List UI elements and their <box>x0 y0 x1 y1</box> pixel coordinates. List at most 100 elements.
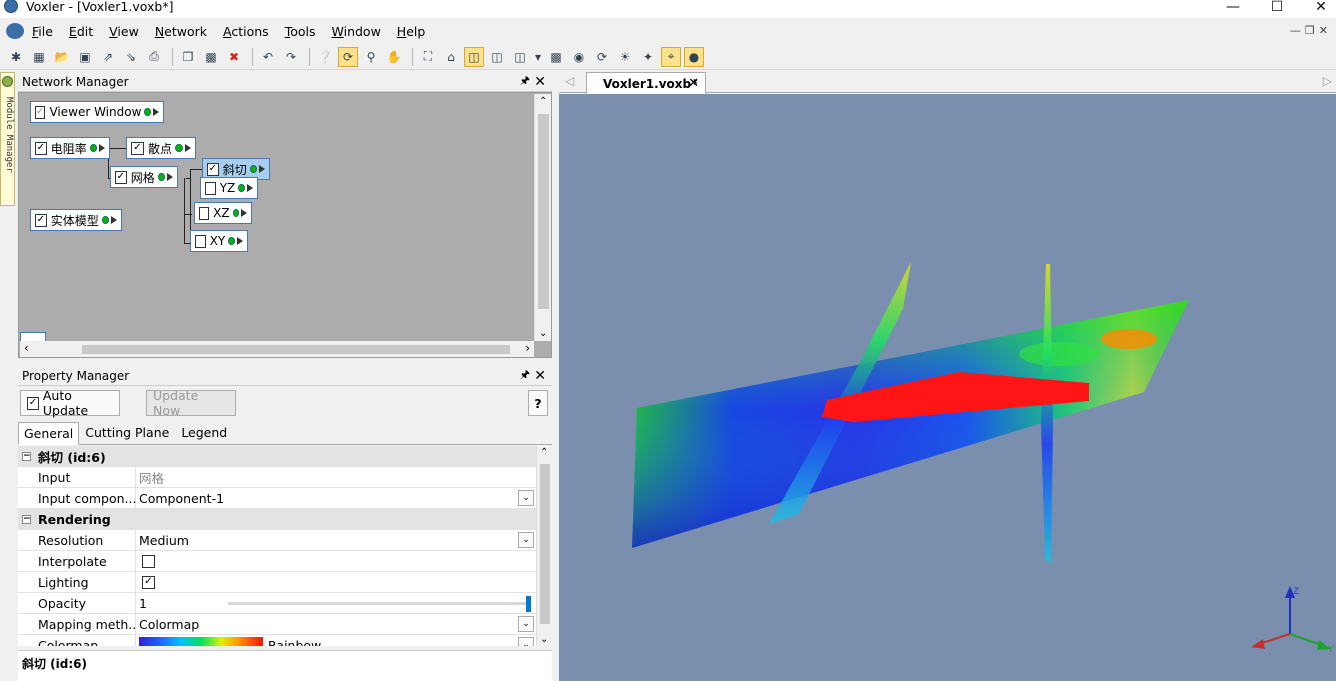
view-direction-icon[interactable]: ◫ <box>510 47 530 67</box>
menu-tools[interactable]: Tools <box>277 24 324 39</box>
axes-icon[interactable]: ✦ <box>638 47 658 67</box>
property-row-input-component[interactable]: Input compon... Component-1 ⌄ <box>18 488 536 509</box>
output-port-icon[interactable] <box>238 184 245 192</box>
node-checkbox[interactable]: ✓ <box>115 170 127 184</box>
output-port-icon[interactable] <box>101 216 109 224</box>
menu-window[interactable]: Window <box>324 24 389 39</box>
paste-icon[interactable]: ▩ <box>201 47 221 67</box>
menu-actions[interactable]: Actions <box>215 24 277 39</box>
home-view-icon[interactable]: ⌂ <box>441 47 461 67</box>
lighting-icon[interactable]: ☀ <box>615 47 635 67</box>
doc-icon[interactable] <box>6 23 24 39</box>
node-checkbox[interactable]: ✓ <box>35 105 46 119</box>
node-partial[interactable] <box>20 332 46 341</box>
pan-hand-icon[interactable]: ✋ <box>384 47 404 67</box>
node-solid-model[interactable]: ✓ 实体模型 <box>30 209 122 231</box>
pin-icon[interactable]: 🖈 <box>520 366 530 385</box>
property-row-input[interactable]: Input 网格 <box>18 467 536 488</box>
menu-help[interactable]: Help <box>389 24 434 39</box>
rotate-icon[interactable]: ⟳ <box>338 46 358 67</box>
property-vertical-scrollbar[interactable]: ⌃ ⌄ <box>536 446 552 646</box>
property-row-colormap[interactable]: Colormap Rainbow ⌄ <box>18 635 536 646</box>
refresh-icon[interactable]: ⟳ <box>592 47 612 67</box>
node-checkbox[interactable] <box>199 206 210 220</box>
maximize-button[interactable]: ☐ <box>1254 0 1300 18</box>
node-resistivity[interactable]: ✓ 电阻率 <box>30 137 110 159</box>
menu-network[interactable]: Network <box>147 24 215 39</box>
capture-icon[interactable]: ▩ <box>546 47 566 67</box>
interpolate-checkbox[interactable] <box>142 554 155 568</box>
network-horizontal-scrollbar[interactable]: ‹ › <box>20 341 534 357</box>
output-port-icon[interactable] <box>175 144 183 152</box>
auto-update-checkbox[interactable]: ✓ <box>27 396 39 410</box>
record-icon[interactable]: ◉ <box>569 47 589 67</box>
perspective-icon[interactable]: ◫ <box>464 46 484 67</box>
module-manager-tab[interactable]: Module Manager <box>0 72 15 206</box>
tab-cutting-plane[interactable]: Cutting Plane <box>79 421 175 444</box>
section-oblique-slice[interactable]: − 斜切 (id:6) <box>18 446 536 467</box>
scroll-up-icon[interactable]: ⌃ <box>540 447 548 458</box>
scroll-thumb[interactable] <box>540 464 550 624</box>
dropdown-arrow-icon[interactable]: ▾ <box>533 47 543 67</box>
close-icon[interactable]: ✕ <box>534 368 546 384</box>
zoom-icon[interactable]: ⚲ <box>361 47 381 67</box>
menu-view[interactable]: View <box>101 24 147 39</box>
menu-file[interactable]: File <box>24 24 61 39</box>
mdi-controls[interactable]: —❐✕ <box>1290 24 1332 37</box>
copy-icon[interactable]: ❐ <box>178 47 198 67</box>
property-row-opacity[interactable]: Opacity 1 <box>18 593 536 614</box>
document-tab[interactable]: Voxler1.voxb* ✕ <box>586 72 706 94</box>
scene-render[interactable]: Z Y <box>559 94 1336 681</box>
output-port-icon[interactable] <box>232 209 239 217</box>
minimize-button[interactable]: — <box>1210 0 1256 18</box>
tab-scroll-right-icon[interactable]: ▷ <box>1323 74 1332 88</box>
tab-legend[interactable]: Legend <box>175 421 233 444</box>
delete-icon[interactable]: ✖ <box>224 47 244 67</box>
scroll-right-icon[interactable]: › <box>525 341 530 355</box>
property-row-resolution[interactable]: Resolution Medium ⌄ <box>18 530 536 551</box>
pin-icon[interactable]: 🖈 <box>520 72 530 91</box>
open-icon[interactable]: 📂 <box>52 47 72 67</box>
network-vertical-scrollbar[interactable]: ⌃ ⌄ <box>534 94 551 341</box>
property-row-lighting[interactable]: Lighting ✓ <box>18 572 536 593</box>
colormap-swatch[interactable] <box>139 637 263 646</box>
output-port-icon[interactable] <box>249 165 257 173</box>
help-pointer-icon[interactable]: ❔ <box>315 47 335 67</box>
node-xz-slice[interactable]: XZ <box>194 202 252 224</box>
new-network-icon[interactable]: ▦ <box>29 47 49 67</box>
output-port-icon[interactable] <box>144 108 151 116</box>
node-scatter[interactable]: ✓ 散点 <box>126 137 196 159</box>
menu-edit[interactable]: Edit <box>61 24 101 39</box>
dropdown-icon[interactable]: ⌄ <box>518 532 534 548</box>
close-button[interactable]: ✕ <box>1298 0 1336 18</box>
dropdown-icon[interactable]: ⌄ <box>518 490 534 506</box>
close-icon[interactable]: ✕ <box>534 74 546 90</box>
collapse-icon[interactable]: − <box>22 451 31 461</box>
close-tab-icon[interactable]: ✕ <box>688 76 699 91</box>
fit-view-icon[interactable]: ⛶ <box>418 47 438 67</box>
help-button[interactable]: ? <box>528 390 548 416</box>
opacity-slider-track[interactable] <box>228 602 528 605</box>
viewer-3d[interactable]: Z Y <box>559 94 1336 681</box>
scroll-thumb[interactable] <box>82 345 510 354</box>
node-checkbox[interactable]: ✓ <box>35 213 47 227</box>
probe-tool-icon[interactable]: ● <box>684 46 704 67</box>
node-checkbox[interactable] <box>195 234 206 248</box>
node-grid[interactable]: ✓ 网格 <box>110 166 178 188</box>
orthographic-icon[interactable]: ◫ <box>487 47 507 67</box>
scroll-up-icon[interactable]: ⌃ <box>539 96 547 107</box>
opacity-slider-thumb[interactable] <box>526 596 531 612</box>
update-now-button[interactable]: Update Now <box>146 388 236 418</box>
new-icon[interactable]: ✱ <box>6 47 26 67</box>
collapse-icon[interactable]: − <box>22 514 31 524</box>
select-tool-icon[interactable]: ⌖ <box>661 46 681 67</box>
dropdown-icon[interactable]: ⌄ <box>518 616 534 632</box>
auto-update-toggle[interactable]: ✓ Auto Update <box>20 388 120 418</box>
node-checkbox[interactable]: ✓ <box>131 141 144 155</box>
node-viewer-window[interactable]: ✓ Viewer Window <box>30 101 164 123</box>
node-checkbox[interactable]: ✓ <box>35 141 47 155</box>
save-icon[interactable]: ▣ <box>75 47 95 67</box>
dropdown-icon[interactable]: ⌄ <box>518 637 534 646</box>
lighting-checkbox[interactable]: ✓ <box>142 575 155 589</box>
scroll-down-icon[interactable]: ⌄ <box>540 634 548 645</box>
